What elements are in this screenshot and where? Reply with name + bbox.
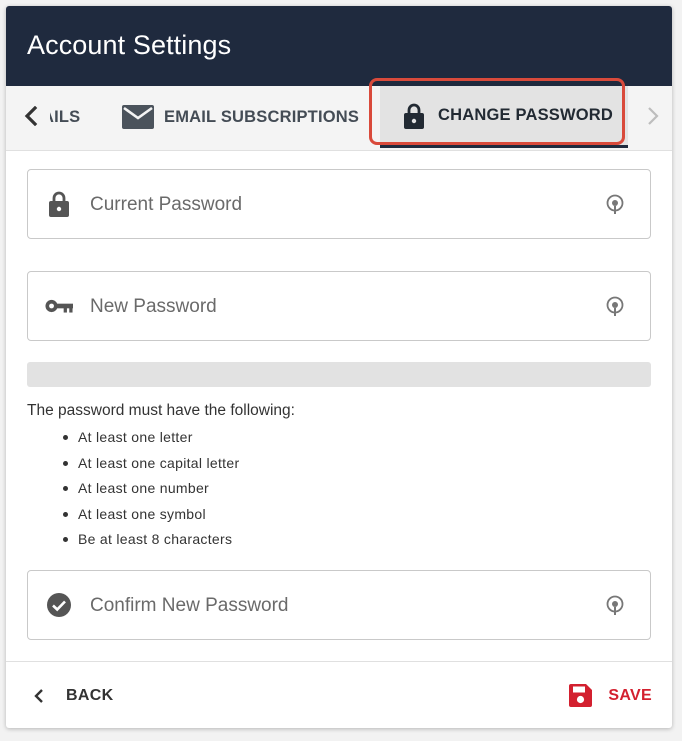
requirements-title: The password must have the following: xyxy=(27,402,295,419)
current-password-input[interactable] xyxy=(88,190,592,220)
chevron-left-icon xyxy=(24,105,38,131)
key-icon xyxy=(45,272,73,340)
new-password-field[interactable] xyxy=(27,271,651,341)
list-item: Be at least 8 characters xyxy=(27,528,239,554)
new-password-input[interactable] xyxy=(88,292,592,322)
tab-scroll-left-button[interactable] xyxy=(16,86,46,150)
list-item: At least one number xyxy=(27,477,239,503)
list-item: At least one symbol xyxy=(27,503,239,529)
footer-actions: BACK SAVE xyxy=(6,661,672,728)
chevron-right-icon xyxy=(646,106,660,131)
visibility-toggle-icon[interactable] xyxy=(604,272,626,340)
envelope-icon xyxy=(122,105,154,129)
lock-icon xyxy=(404,103,424,129)
tab-label: CHANGE PASSWORD xyxy=(438,106,614,124)
tab-details[interactable]: AILS xyxy=(50,86,90,148)
page-title: Account Settings xyxy=(27,30,232,60)
tab-label: EMAIL SUBSCRIPTIONS xyxy=(164,107,360,126)
confirm-password-field[interactable] xyxy=(27,570,651,640)
tab-bar: AILS EMAIL SUBSCRIPTIONS CHANGE PASSWORD xyxy=(6,86,672,151)
tab-label: AILS xyxy=(50,107,81,126)
account-settings-card: Account Settings AILS EMAIL SUBSCRIPTION… xyxy=(6,6,672,728)
save-button[interactable]: SAVE xyxy=(569,662,652,728)
tab-change-password[interactable]: CHANGE PASSWORD xyxy=(380,86,628,148)
tab-email-subscriptions[interactable]: EMAIL SUBSCRIPTIONS xyxy=(122,86,359,148)
back-button[interactable]: BACK xyxy=(34,662,113,728)
password-strength-meter xyxy=(27,362,651,387)
floppy-disk-icon xyxy=(569,684,593,707)
requirements-list: At least one letter At least one capital… xyxy=(27,426,239,554)
tab-scroll-right-button[interactable] xyxy=(638,86,668,150)
back-label: BACK xyxy=(66,686,114,704)
header: Account Settings xyxy=(6,6,672,86)
lock-icon xyxy=(45,170,73,238)
chevron-left-icon xyxy=(34,688,44,704)
visibility-toggle-icon[interactable] xyxy=(604,571,626,639)
visibility-toggle-icon[interactable] xyxy=(604,170,626,238)
confirm-password-input[interactable] xyxy=(88,591,592,621)
list-item: At least one letter xyxy=(27,426,239,452)
save-label: SAVE xyxy=(608,686,652,704)
check-circle-icon xyxy=(45,571,73,639)
list-item: At least one capital letter xyxy=(27,452,239,478)
current-password-field[interactable] xyxy=(27,169,651,239)
